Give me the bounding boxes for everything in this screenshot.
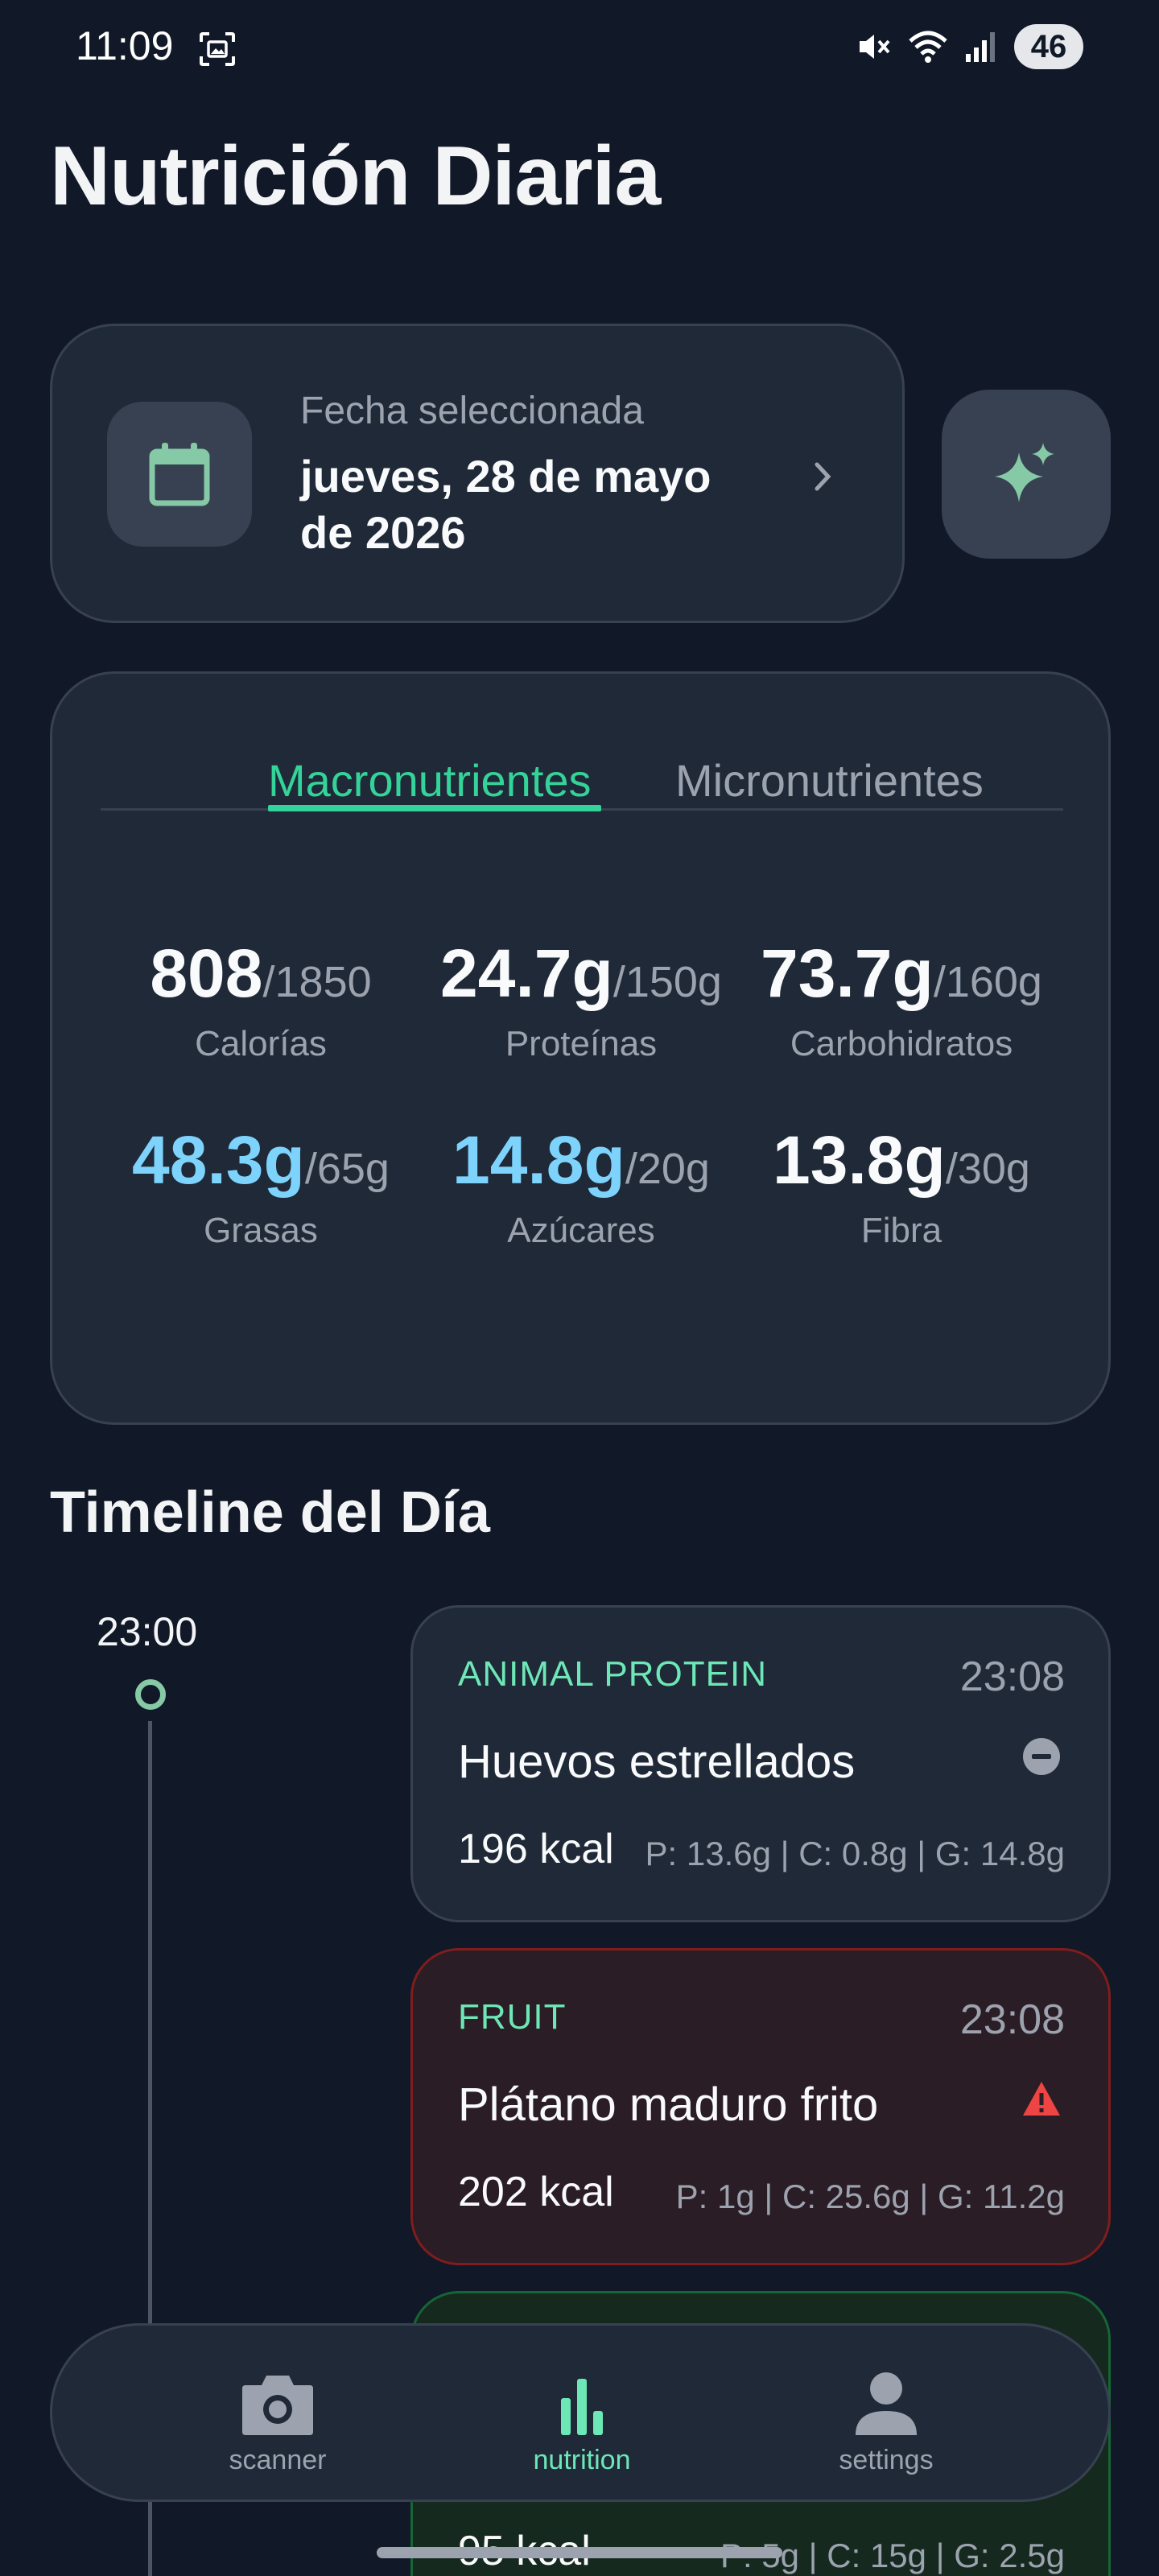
metric-value: 808 — [150, 935, 263, 1011]
tab-micronutrients[interactable]: Micronutrientes — [675, 754, 984, 807]
signal-icon — [966, 32, 995, 62]
meal-category: FRUIT — [458, 1997, 567, 2037]
metric-sugars: 14.8g/20g Azúcares — [421, 1121, 741, 1251]
metric-label: Proteínas — [505, 1024, 658, 1063]
calendar-icon — [149, 443, 210, 506]
meal-time: 23:08 — [959, 1653, 1065, 1700]
meal-kcal: 202 kcal — [458, 2169, 614, 2215]
ai-sparkle-button[interactable] — [942, 390, 1111, 559]
meal-card-platano[interactable]: FRUIT 23:08 Plátano maduro frito 202 kca… — [410, 1948, 1111, 2265]
metric-calories: 808/1850 Calorías — [101, 935, 421, 1064]
status-icons: 46 — [855, 24, 1083, 69]
metric-label: Azúcares — [507, 1211, 655, 1250]
nav-label: settings — [839, 2445, 934, 2475]
metric-value: 13.8g — [773, 1122, 946, 1198]
calendar-tile — [107, 402, 252, 547]
date-label: Fecha seleccionada — [300, 390, 644, 432]
timeline-hour: 23:00 — [97, 1609, 198, 1654]
bar-chart-icon — [561, 2379, 603, 2435]
metric-goal: /65g — [304, 1145, 390, 1193]
metric-goal: /30g — [945, 1145, 1030, 1193]
camera-icon — [242, 2376, 313, 2435]
meal-category: ANIMAL PROTEIN — [458, 1654, 767, 1694]
chevron-right-icon — [815, 462, 831, 491]
meal-name: Huevos estrellados — [458, 1736, 856, 1788]
status-bar: 11:09 46 — [0, 0, 1159, 97]
battery-indicator: 46 — [1014, 24, 1083, 69]
timeline-dot — [135, 1679, 166, 1710]
metric-label: Carbohidratos — [790, 1024, 1013, 1063]
warning-triangle-icon — [1023, 2082, 1060, 2116]
metric-value: 48.3g — [132, 1122, 305, 1198]
app-screen: 11:09 46 Nutrición Diaria Fecha seleccio… — [0, 0, 1159, 2576]
timeline-title: Timeline del Día — [50, 1480, 490, 1545]
nav-settings[interactable]: settings — [790, 2368, 983, 2476]
metric-goal: /160g — [933, 958, 1042, 1006]
meal-name: Plátano maduro frito — [458, 2079, 879, 2131]
date-value: jueves, 28 de mayo de 2026 — [300, 451, 711, 558]
meal-card-huevos[interactable]: ANIMAL PROTEIN 23:08 Huevos estrellados … — [410, 1605, 1111, 1922]
nutrient-tabs: Macronutrientes Micronutrientes — [101, 722, 1063, 811]
wifi-icon — [909, 31, 947, 63]
home-indicator[interactable] — [377, 2547, 782, 2558]
nav-label: scanner — [229, 2445, 327, 2475]
page-title: Nutrición Diaria — [50, 130, 661, 223]
meal-macros: P: 13.6g | C: 0.8g | G: 14.8g — [645, 1835, 1065, 1872]
status-time: 11:09 — [76, 23, 174, 68]
minus-circle-icon — [1023, 1738, 1060, 1775]
meal-time: 23:08 — [959, 1996, 1065, 2043]
nav-nutrition[interactable]: nutrition — [485, 2368, 678, 2476]
screenshot-icon — [200, 32, 235, 66]
metric-fiber: 13.8g/30g Fibra — [741, 1121, 1062, 1251]
metric-label: Calorías — [195, 1024, 327, 1063]
metric-value: 73.7g — [761, 935, 934, 1011]
date-selector-card[interactable]: Fecha seleccionada jueves, 28 de mayo de… — [50, 324, 905, 623]
mute-icon — [860, 35, 890, 59]
meal-kcal: 196 kcal — [458, 1826, 614, 1872]
bottom-nav: scanner nutrition settings — [50, 2323, 1111, 2502]
metric-goal: /20g — [625, 1145, 710, 1193]
metric-label: Grasas — [204, 1211, 318, 1250]
metric-goal: /1850 — [262, 958, 372, 1006]
metric-value: 14.8g — [452, 1122, 625, 1198]
metric-carbs: 73.7g/160g Carbohidratos — [741, 935, 1062, 1064]
meal-macros: P: 1g | C: 25.6g | G: 11.2g — [675, 2178, 1065, 2215]
metric-value: 24.7g — [440, 935, 613, 1011]
active-tab-indicator — [268, 805, 601, 811]
metric-fats: 48.3g/65g Grasas — [101, 1121, 421, 1251]
tab-macronutrients[interactable]: Macronutrientes — [268, 754, 592, 807]
metric-label: Fibra — [860, 1211, 942, 1250]
metric-protein: 24.7g/150g Proteínas — [421, 935, 741, 1064]
nutrients-card: Macronutrientes Micronutrientes 808/1850… — [50, 671, 1111, 1425]
nav-label: nutrition — [533, 2445, 631, 2475]
nav-scanner[interactable]: scanner — [181, 2368, 374, 2476]
person-icon — [856, 2372, 917, 2435]
metric-goal: /150g — [612, 958, 722, 1006]
sparkle-icon — [995, 443, 1054, 502]
